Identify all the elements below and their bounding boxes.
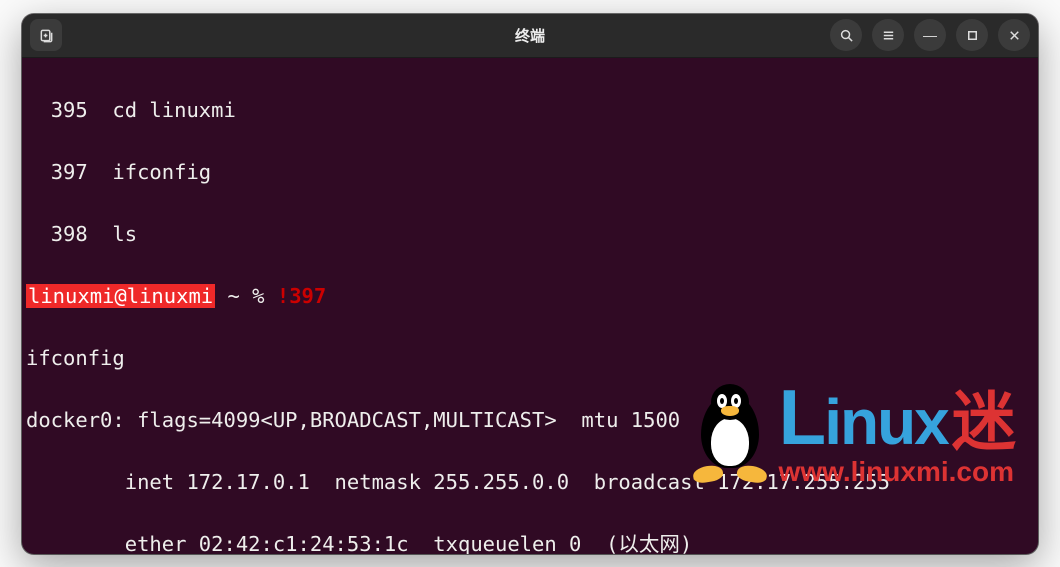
history-line: 398 ls xyxy=(26,219,1034,250)
prompt-line: linuxmi@linuxmi ~ % !397 xyxy=(26,281,1034,312)
prompt-user-host: linuxmi@linuxmi xyxy=(26,284,215,308)
minimize-button[interactable]: — xyxy=(914,19,946,51)
menu-button[interactable] xyxy=(872,19,904,51)
history-line: 395 cd linuxmi xyxy=(26,95,1034,126)
output-line: ether 02:42:c1:24:53:1c txqueuelen 0 (以太… xyxy=(26,529,1034,554)
output-line: inet 172.17.0.1 netmask 255.255.0.0 broa… xyxy=(26,467,1034,498)
titlebar: 终端 — xyxy=(22,14,1038,58)
terminal-window: 终端 — 395 cd linuxmi 397 ifconfig 398 ls … xyxy=(22,14,1038,554)
bang-command: !397 xyxy=(277,284,326,308)
maximize-button[interactable] xyxy=(956,19,988,51)
history-line: 397 ifconfig xyxy=(26,157,1034,188)
search-button[interactable] xyxy=(830,19,862,51)
terminal-body[interactable]: 395 cd linuxmi 397 ifconfig 398 ls linux… xyxy=(22,58,1038,554)
close-button[interactable] xyxy=(998,19,1030,51)
executed-command: ifconfig xyxy=(26,343,1034,374)
output-line: docker0: flags=4099<UP,BROADCAST,MULTICA… xyxy=(26,405,1034,436)
new-tab-button[interactable] xyxy=(30,19,62,51)
